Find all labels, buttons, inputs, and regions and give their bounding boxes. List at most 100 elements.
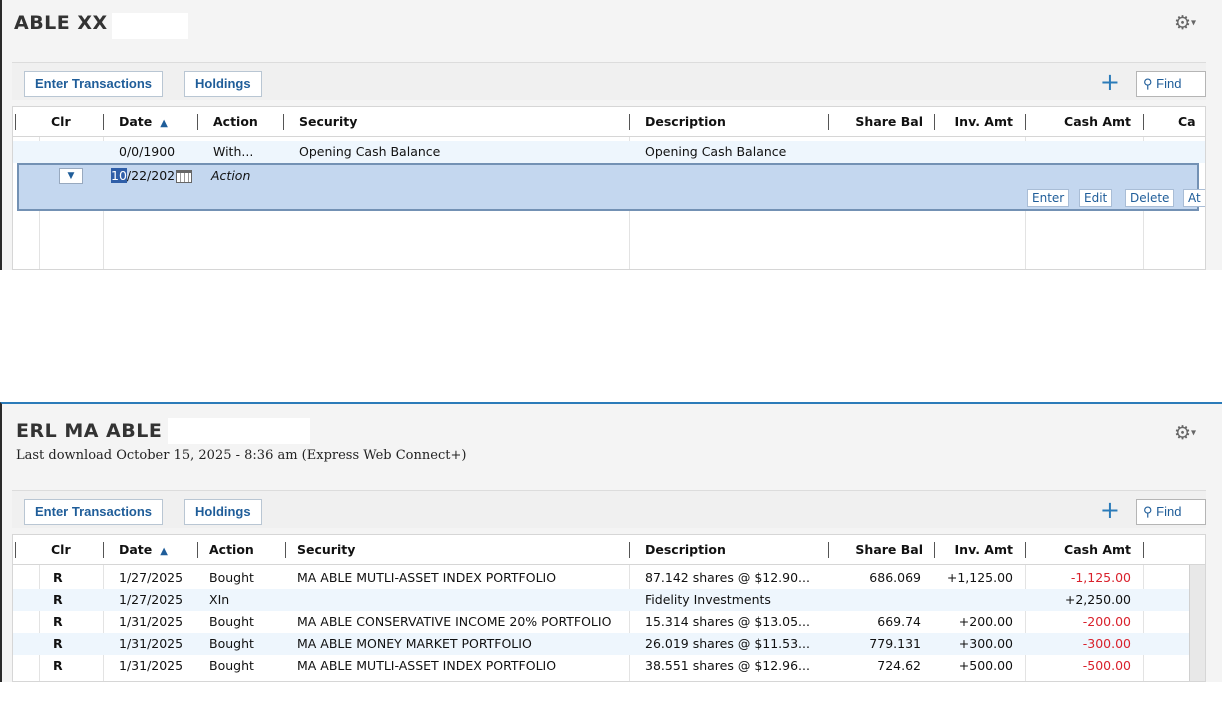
cell-action: With... <box>213 144 254 159</box>
col-share-bal[interactable]: Share Bal <box>843 535 923 565</box>
cell-action: XIn <box>209 592 230 607</box>
cell-inv-amt: +500.00 <box>958 658 1013 673</box>
cell-cash-amt: -200.00 <box>1082 614 1131 629</box>
search-icon: ⚲ <box>1143 504 1153 519</box>
col-action[interactable]: Action <box>213 107 283 137</box>
cell-clr[interactable]: R <box>53 611 63 633</box>
sort-ascending-icon: ▲ <box>160 118 168 129</box>
find-button[interactable]: ⚲ Find <box>1136 499 1206 525</box>
vertical-scrollbar[interactable] <box>1189 565 1205 681</box>
cell-date: 1/31/2025 <box>119 658 184 673</box>
col-security[interactable]: Security <box>299 107 599 137</box>
find-label: Find <box>1156 504 1182 519</box>
cell-clr[interactable]: R <box>53 589 63 611</box>
attach-button[interactable]: At <box>1183 189 1205 207</box>
col-date[interactable]: Date ▲ <box>119 535 199 565</box>
cell-share-bal: 686.069 <box>869 570 921 585</box>
cell-clr[interactable]: R <box>53 567 63 589</box>
action-input[interactable]: Action <box>211 165 250 187</box>
date-selected-part: 10 <box>111 168 127 183</box>
cell-description: 87.142 shares @ $12.90... <box>645 570 810 585</box>
cell-date: 1/31/2025 <box>119 614 184 629</box>
col-security[interactable]: Security <box>297 535 597 565</box>
cell-security: MA ABLE CONSERVATIVE INCOME 20% PORTFOLI… <box>297 614 612 629</box>
last-download-status: Last download October 15, 2025 - 8:36 am… <box>16 448 467 463</box>
cell-inv-amt: +1,125.00 <box>946 570 1013 585</box>
cell-date: 1/27/2025 <box>119 592 184 607</box>
table-row[interactable]: R 1/31/2025 Bought MA ABLE MUTLI-ASSET I… <box>13 655 1205 677</box>
cell-description: 15.314 shares @ $13.05... <box>645 614 810 629</box>
col-cash-bal[interactable]: Ca <box>1178 107 1205 137</box>
column-header-row: Clr Date ▲ Action Security Description Sh… <box>13 107 1205 137</box>
cell-description: Fidelity Investments <box>645 592 771 607</box>
cell-date: 0/0/1900 <box>119 144 176 159</box>
cell-description: 38.551 shares @ $12.96... <box>645 658 810 673</box>
cell-description: 26.019 shares @ $11.53... <box>645 636 810 651</box>
cell-inv-amt: +200.00 <box>958 614 1013 629</box>
cell-description: Opening Cash Balance <box>645 144 787 159</box>
date-rest: /22/202 <box>126 168 176 183</box>
calendar-icon[interactable] <box>176 170 193 183</box>
account-panel-able-xx: ABLE XX ⚙▾ Enter Transactions Holdings +… <box>0 0 1222 270</box>
enter-transactions-button[interactable]: Enter Transactions <box>24 499 164 525</box>
delete-button[interactable]: Delete <box>1125 189 1175 207</box>
col-inv-amt[interactable]: Inv. Amt <box>943 107 1013 137</box>
enter-transactions-button[interactable]: Enter Transactions <box>24 71 164 97</box>
table-row[interactable]: R 1/27/2025 Bought MA ABLE MUTLI-ASSET I… <box>13 567 1205 589</box>
find-button[interactable]: ⚲ Find <box>1136 71 1206 97</box>
plus-icon[interactable]: + <box>1100 495 1120 525</box>
cell-share-bal: 669.74 <box>877 614 921 629</box>
col-clr[interactable]: Clr <box>51 535 91 565</box>
table-row[interactable]: R 1/27/2025 XIn Fidelity Investments +2,… <box>13 589 1205 611</box>
redacted-area <box>168 418 310 444</box>
col-share-bal[interactable]: Share Bal <box>843 107 923 137</box>
cell-date: 1/27/2025 <box>119 570 184 585</box>
table-row[interactable]: 0/0/1900 With... Opening Cash Balance Op… <box>13 141 1205 163</box>
chevron-down-icon: ▼ <box>67 171 75 181</box>
account-title: ABLE XX <box>14 12 108 34</box>
redacted-area <box>112 13 188 39</box>
col-description[interactable]: Description <box>645 535 835 565</box>
cell-action: Bought <box>209 636 254 651</box>
sort-ascending-icon: ▲ <box>160 546 168 557</box>
gear-icon[interactable]: ⚙▾ <box>1174 422 1204 444</box>
new-transaction-edit-row[interactable]: ▼ 10/22/202 Action Enter Edit Delete At <box>17 163 1205 211</box>
page: ABLE XX ⚙▾ Enter Transactions Holdings +… <box>0 0 1222 704</box>
register-toolbar: Enter Transactions Holdings + ⚲ Find <box>12 62 1206 100</box>
cell-share-bal <box>843 589 921 611</box>
cell-security: MA ABLE MUTLI-ASSET INDEX PORTFOLIO <box>297 570 557 585</box>
col-cash-amt[interactable]: Cash Amt <box>1043 535 1131 565</box>
col-clr[interactable]: Clr <box>51 107 91 137</box>
table-row[interactable]: R 1/31/2025 Bought MA ABLE MONEY MARKET … <box>13 633 1205 655</box>
cell-cash-amt: -1,125.00 <box>1070 570 1131 585</box>
col-date-label: Date <box>119 542 153 557</box>
cell-action: Bought <box>209 614 254 629</box>
holdings-button[interactable]: Holdings <box>184 71 262 97</box>
table-row[interactable]: R 1/31/2025 Bought MA ABLE CONSERVATIVE … <box>13 611 1205 633</box>
account-title: ERL MA ABLE <box>16 420 163 442</box>
date-input[interactable]: 10/22/202 <box>111 167 195 185</box>
col-date[interactable]: Date ▲ <box>119 107 199 137</box>
cell-action: Bought <box>209 658 254 673</box>
column-header-row: Clr Date ▲ Action Security Description Sh… <box>13 535 1205 565</box>
enter-button[interactable]: Enter <box>1027 189 1070 207</box>
col-description[interactable]: Description <box>645 107 835 137</box>
clr-dropdown[interactable]: ▼ <box>59 168 83 184</box>
col-cash-amt[interactable]: Cash Amt <box>1043 107 1131 137</box>
cell-security: MA ABLE MUTLI-ASSET INDEX PORTFOLIO <box>297 658 557 673</box>
cell-cash-amt: +2,250.00 <box>1064 592 1131 607</box>
cell-clr[interactable]: R <box>53 655 63 677</box>
plus-icon[interactable]: + <box>1100 67 1120 97</box>
gear-icon[interactable]: ⚙▾ <box>1174 12 1204 34</box>
holdings-button[interactable]: Holdings <box>184 499 262 525</box>
cell-security: Opening Cash Balance <box>299 144 441 159</box>
col-action[interactable]: Action <box>209 535 279 565</box>
edit-button[interactable]: Edit <box>1079 189 1113 207</box>
col-inv-amt[interactable]: Inv. Amt <box>943 535 1013 565</box>
cell-action: Bought <box>209 570 254 585</box>
col-date-label: Date <box>119 114 153 129</box>
register-toolbar: Enter Transactions Holdings + ⚲ Find <box>12 490 1206 528</box>
find-label: Find <box>1156 76 1182 91</box>
cell-inv-amt <box>933 589 1013 611</box>
cell-clr[interactable]: R <box>53 633 63 655</box>
